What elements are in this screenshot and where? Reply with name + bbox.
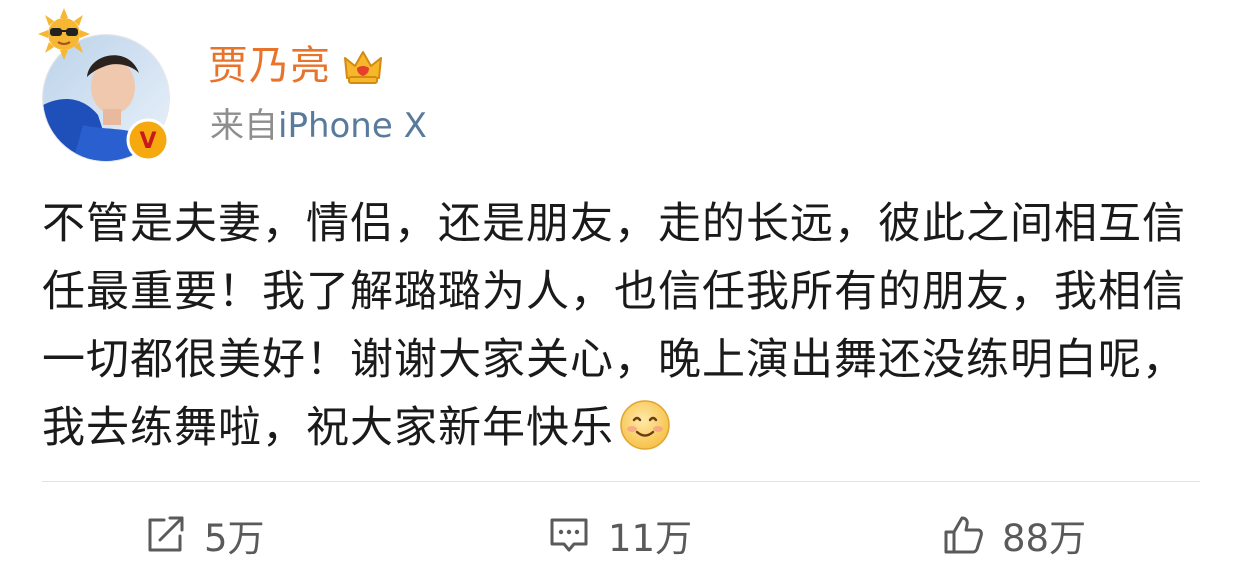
action-bar: 5万 11万 88万 — [0, 500, 1241, 570]
username[interactable]: 贾乃亮 — [208, 36, 331, 96]
repost-button[interactable]: 5万 — [142, 500, 265, 570]
crown-vip-icon[interactable] — [341, 44, 385, 88]
comment-icon — [550, 518, 588, 552]
post-text-container: 不管是夫妻，情侣，还是朋友，走的长远，彼此之间相互信任最重要！我了解璐璐为人，也… — [42, 190, 1207, 462]
like-count: 88万 — [1002, 517, 1087, 560]
like-button[interactable]: 88万 — [940, 500, 1086, 570]
svg-text:V: V — [139, 129, 156, 154]
smile-emoji-icon — [620, 400, 670, 450]
source-device[interactable]: iPhone X — [278, 106, 427, 146]
repost-icon — [148, 516, 184, 552]
avatar-container[interactable]: V — [34, 6, 184, 166]
username-row: 贾乃亮 — [208, 36, 385, 96]
divider — [42, 481, 1200, 482]
source-prefix: 来自 — [210, 106, 278, 146]
post-text: 不管是夫妻，情侣，还是朋友，走的长远，彼此之间相互信任最重要！我了解璐璐为人，也… — [42, 199, 1186, 453]
comment-button[interactable]: 11万 — [546, 500, 692, 570]
comment-count: 11万 — [608, 517, 693, 560]
thumbs-up-icon — [944, 516, 983, 554]
verified-v-icon: V — [126, 118, 170, 162]
post-source: 来自iPhone X — [210, 98, 427, 154]
sun-sunglasses-icon — [38, 8, 90, 60]
repost-count: 5万 — [204, 517, 265, 560]
